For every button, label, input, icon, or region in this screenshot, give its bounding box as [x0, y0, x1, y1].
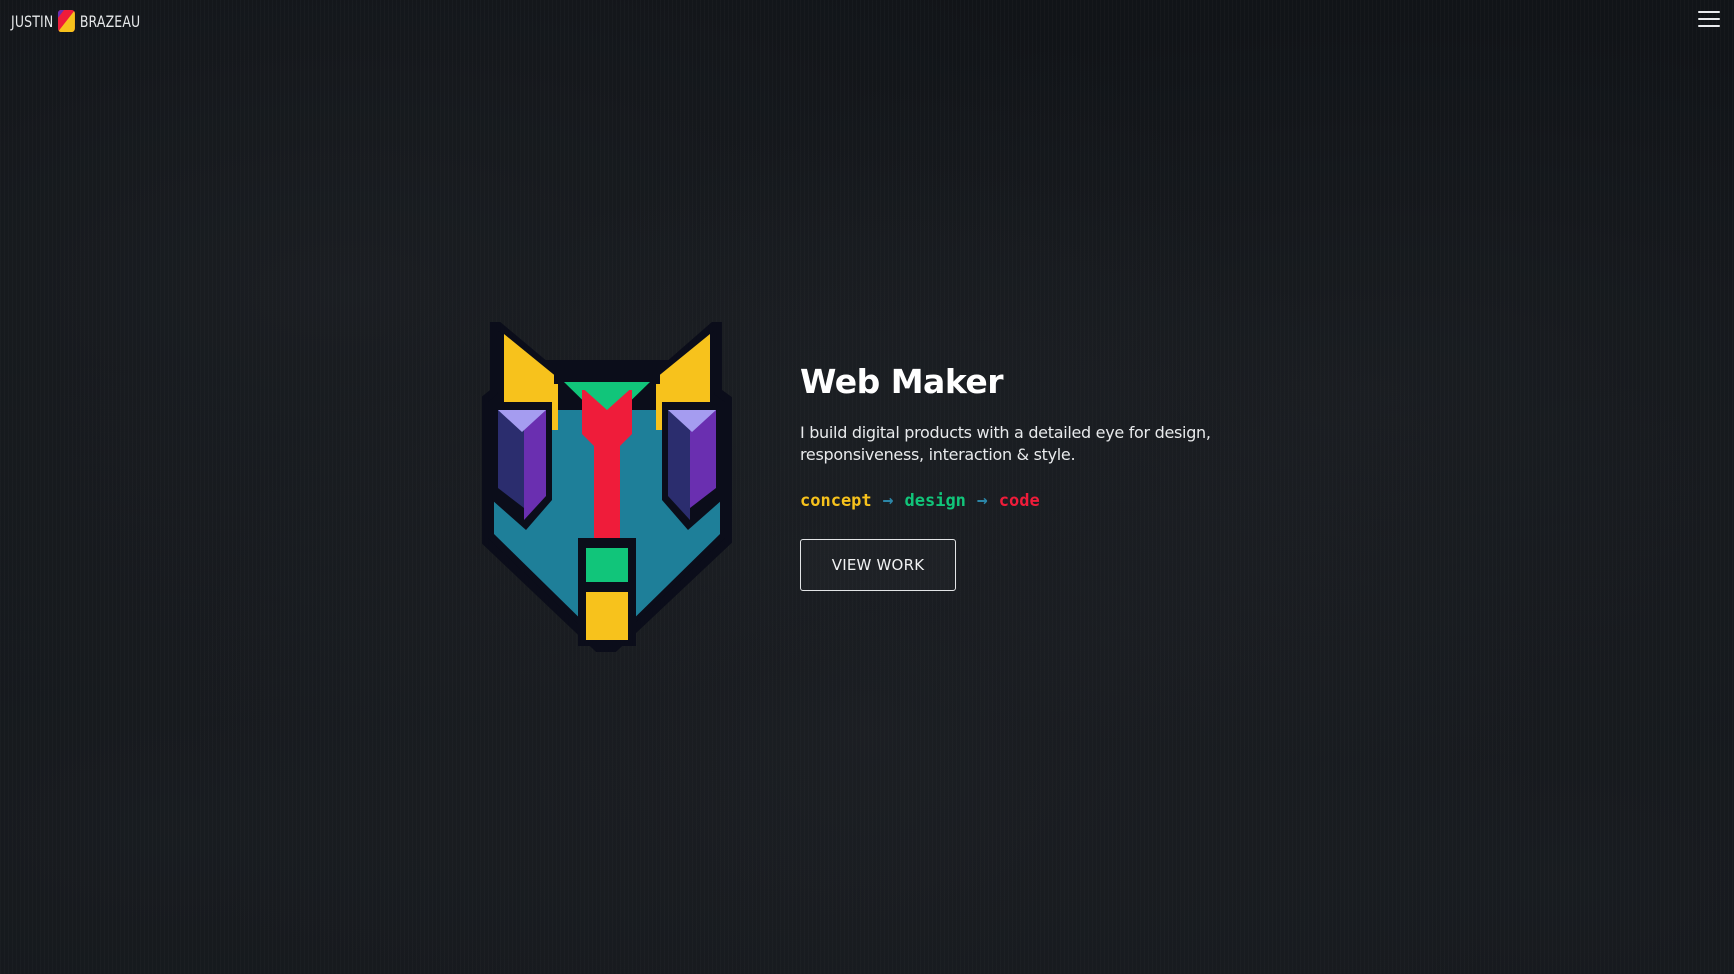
- pipeline-step-design: design: [904, 490, 966, 511]
- hero-section: Web Maker I build digital products with …: [800, 360, 1220, 591]
- brand-last-name: BRAZEAU: [79, 11, 141, 31]
- brand-logo[interactable]: JUSTIN BRAZEAU: [11, 9, 140, 33]
- view-work-button[interactable]: VIEW WORK: [800, 539, 956, 591]
- pipeline-step-code: code: [998, 490, 1040, 511]
- hero-title: Web Maker: [800, 362, 1004, 401]
- hamburger-menu-icon[interactable]: [1698, 10, 1720, 28]
- process-pipeline: concept → design → code: [800, 490, 1220, 511]
- robot-fox-logo: [482, 322, 732, 652]
- brand-first-name: JUSTIN: [11, 11, 54, 31]
- arrow-right-icon: →: [976, 490, 988, 511]
- brand-logo-mark-icon: [57, 10, 76, 32]
- arrow-right-icon: →: [882, 490, 894, 511]
- hero-description: I build digital products with a detailed…: [800, 423, 1211, 464]
- pipeline-step-concept: concept: [800, 490, 872, 511]
